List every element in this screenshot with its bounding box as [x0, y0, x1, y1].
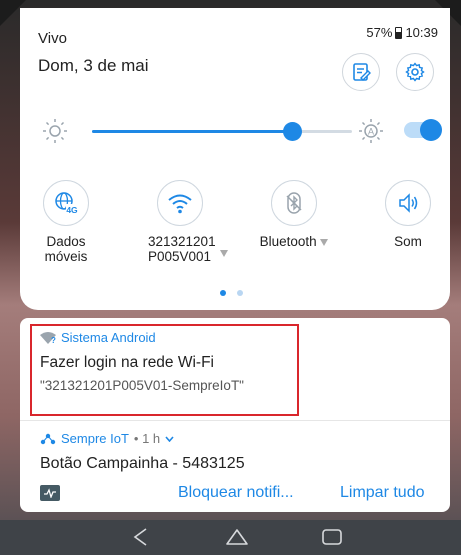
activity-chart-icon — [40, 485, 60, 501]
notification-app-header: Sempre IoT • 1 h — [40, 431, 174, 446]
page-indicator — [220, 290, 243, 296]
brightness-low-icon — [43, 119, 67, 143]
date-label: Dom, 3 de mai — [38, 56, 149, 75]
clear-all-button[interactable]: Limpar tudo — [340, 484, 425, 502]
settings-button[interactable] — [396, 53, 434, 91]
edit-button[interactable] — [342, 53, 380, 91]
globe-4g-icon: 4G — [55, 192, 78, 215]
tile-sound[interactable]: Som — [366, 180, 450, 249]
speaker-icon — [399, 193, 418, 213]
tile-mobile-data-button[interactable]: 4G — [43, 180, 89, 226]
back-icon[interactable] — [130, 526, 152, 548]
tile-bluetooth-button[interactable] — [271, 180, 317, 226]
bluetooth-expand-icon[interactable] — [320, 238, 329, 246]
bluetooth-off-icon — [286, 192, 302, 214]
wifi-icon — [168, 194, 192, 214]
toggle-knob — [420, 119, 442, 141]
wifi-expand-icon[interactable] — [220, 250, 228, 257]
notification-title: Fazer login na rede Wi-Fi — [40, 354, 215, 371]
battery-icon — [395, 26, 403, 39]
home-icon[interactable] — [224, 526, 250, 548]
sempre-iot-icon — [40, 433, 56, 444]
tile-bluetooth-label: Bluetooth — [252, 234, 336, 249]
svg-text:A: A — [368, 127, 374, 137]
block-notifications-button[interactable]: Bloquear notifi... — [178, 484, 294, 502]
chevron-down-icon[interactable] — [165, 435, 174, 442]
tile-mobile-data[interactable]: 4G Dados móveis — [24, 180, 108, 264]
notification-app-header: ? Sistema Android — [40, 330, 156, 345]
page-dot-active — [220, 290, 226, 296]
quick-settings-panel: Vivo 57% 10:39 Dom, 3 de mai A 4G Dados … — [20, 8, 450, 310]
recents-icon[interactable] — [320, 526, 344, 548]
navigation-bar — [0, 520, 461, 555]
svg-text:?: ? — [51, 336, 56, 344]
tile-sound-label: Som — [394, 234, 422, 249]
notification-app-name: Sistema Android — [61, 330, 156, 345]
notification-time: • 1 h — [133, 431, 161, 446]
edit-icon — [353, 63, 371, 81]
brightness-slider-thumb[interactable] — [283, 122, 303, 141]
notification-title: Botão Campainha - 5483125 — [40, 455, 245, 472]
tile-wifi-button[interactable] — [157, 180, 203, 226]
notification-wifi-login[interactable]: ? Sistema Android Fazer login na rede Wi… — [20, 318, 450, 420]
tile-wifi[interactable]: 321321201 P005V001 — [138, 180, 228, 264]
tile-mobile-data-label: Dados móveis — [44, 234, 88, 264]
tile-wifi-label: 321321201 P005V001 — [138, 234, 228, 264]
gear-icon — [405, 62, 425, 82]
wifi-question-icon: ? — [40, 331, 56, 344]
carrier-name: Vivo — [38, 30, 67, 47]
auto-brightness-toggle[interactable] — [404, 119, 442, 141]
notification-subtitle: "321321201P005V01-SempreIoT" — [40, 378, 244, 393]
brightness-slider-fill — [92, 130, 293, 133]
page-dot — [237, 290, 243, 296]
notification-sempre-iot[interactable]: Sempre IoT • 1 h Botão Campainha - 54831… — [20, 420, 450, 512]
tile-bluetooth[interactable]: Bluetooth — [252, 180, 336, 249]
auto-brightness-icon: A — [359, 119, 383, 143]
tile-sound-button[interactable] — [385, 180, 431, 226]
clock: 10:39 — [405, 25, 438, 40]
brightness-slider[interactable] — [92, 122, 352, 141]
svg-text:4G: 4G — [66, 205, 78, 215]
notification-app-name: Sempre IoT — [61, 431, 129, 446]
status-bar-right: 57% 10:39 — [366, 25, 438, 40]
battery-percent: 57% — [366, 25, 393, 40]
